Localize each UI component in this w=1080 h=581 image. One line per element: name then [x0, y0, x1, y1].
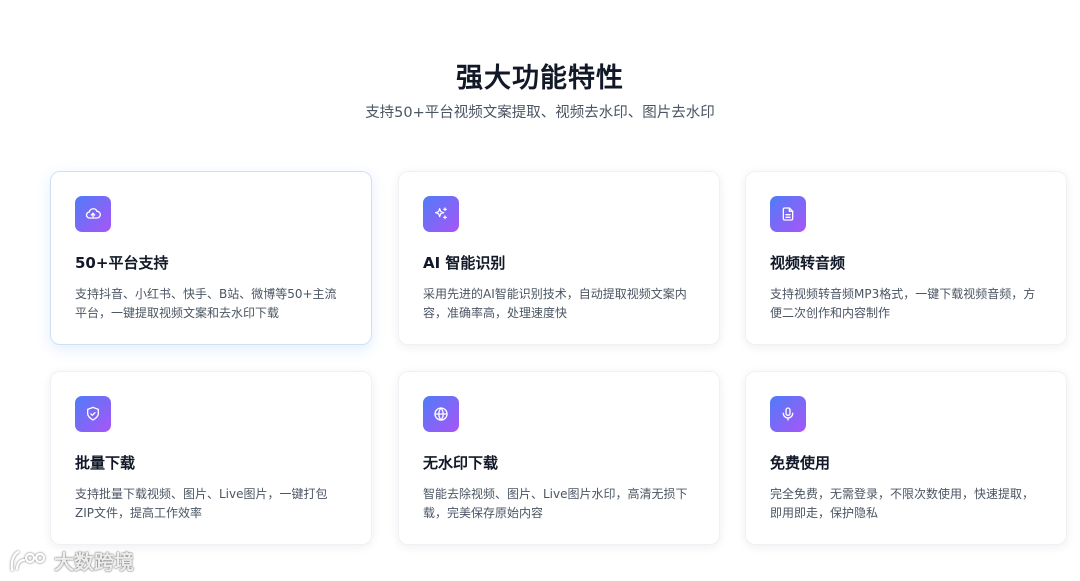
feature-desc-line: 采用先进的AI智能识别技术，自动提取视频文案内	[423, 287, 687, 301]
feature-desc-line: 容，准确率高，处理速度快	[423, 306, 568, 320]
watermark-text: 大数跨境	[54, 550, 134, 574]
feature-card-ai[interactable]: AI 智能识别 采用先进的AI智能识别技术，自动提取视频文案内 容，准确率高，处…	[398, 171, 720, 345]
feature-card-audio[interactable]: 视频转音频 支持视频转音频MP3格式，一键下载视频音频，方 便二次创作和内容制作	[745, 171, 1067, 345]
feature-card-no-watermark[interactable]: 无水印下载 智能去除视频、图片、Live图片水印，高清无损下 载，完美保存原始内…	[398, 371, 720, 545]
logo-icon	[10, 550, 46, 571]
feature-desc-line: 便二次创作和内容制作	[770, 306, 891, 320]
feature-desc-line: 智能去除视频、图片、Live图片水印，高清无损下	[423, 487, 688, 501]
feature-desc-line: 平台，一键提取视频文案和去水印下载	[75, 306, 280, 320]
feature-card-batch[interactable]: 批量下载 支持批量下载视频、图片、Live图片，一键打包 ZIP文件，提高工作效…	[50, 371, 372, 545]
cloud-upload-icon	[75, 196, 111, 232]
section-title: 强大功能特性	[456, 63, 624, 94]
features-section: 强大功能特性 支持50+平台视频文案提取、视频去水印、图片去水印 50+平台支持…	[0, 0, 1080, 581]
watermark-logo: 大数跨境	[8, 546, 134, 575]
microphone-icon	[770, 396, 806, 432]
feature-card-platforms[interactable]: 50+平台支持 支持抖音、小红书、快手、B站、微博等50+主流 平台，一键提取视…	[50, 171, 372, 345]
feature-description: 采用先进的AI智能识别技术，自动提取视频文案内 容，准确率高，处理速度快	[423, 285, 699, 323]
globe-icon	[423, 396, 459, 432]
feature-desc-line: 支持抖音、小红书、快手、B站、微博等50+主流	[75, 287, 337, 301]
feature-card-free[interactable]: 免费使用 完全免费，无需登录，不限次数使用，快速提取， 即用即走，保护隐私	[745, 371, 1067, 545]
feature-description: 支持批量下载视频、图片、Live图片，一键打包 ZIP文件，提高工作效率	[75, 485, 351, 523]
feature-desc-line: 完全免费，无需登录，不限次数使用，快速提取，	[770, 487, 1035, 501]
feature-title: 无水印下载	[423, 454, 499, 472]
feature-description: 支持抖音、小红书、快手、B站、微博等50+主流 平台，一键提取视频文案和去水印下…	[75, 285, 351, 323]
feature-title: 免费使用	[770, 454, 831, 472]
sparkles-icon	[423, 196, 459, 232]
feature-desc-line: 载，完美保存原始内容	[423, 506, 544, 520]
feature-title: 50+平台支持	[75, 254, 169, 272]
feature-desc-line: 即用即走，保护隐私	[770, 506, 879, 520]
feature-desc-line: 支持批量下载视频、图片、Live图片，一键打包	[75, 487, 328, 501]
section-subtitle: 支持50+平台视频文案提取、视频去水印、图片去水印	[365, 105, 715, 121]
document-icon	[770, 196, 806, 232]
feature-title: 视频转音频	[770, 254, 846, 272]
feature-description: 支持视频转音频MP3格式，一键下载视频音频，方 便二次创作和内容制作	[770, 285, 1046, 323]
feature-desc-line: 支持视频转音频MP3格式，一键下载视频音频，方	[770, 287, 1036, 301]
feature-description: 完全免费，无需登录，不限次数使用，快速提取， 即用即走，保护隐私	[770, 485, 1046, 523]
feature-title: 批量下载	[75, 454, 136, 472]
shield-check-icon	[75, 396, 111, 432]
feature-desc-line: ZIP文件，提高工作效率	[75, 506, 202, 520]
feature-title: AI 智能识别	[423, 254, 506, 272]
feature-description: 智能去除视频、图片、Live图片水印，高清无损下 载，完美保存原始内容	[423, 485, 699, 523]
